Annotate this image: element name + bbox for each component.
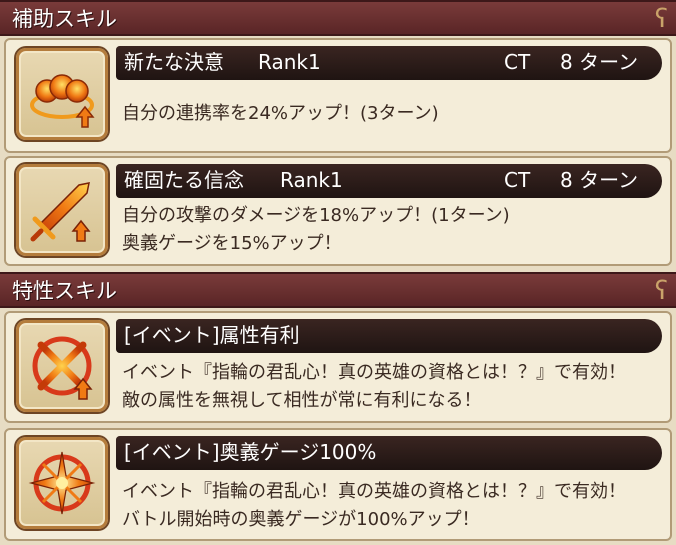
sword-up-icon xyxy=(16,164,108,256)
trait-name: [イベント]奥義ゲージ100% xyxy=(124,440,377,464)
section-title: 補助スキル xyxy=(12,7,117,31)
skill-description: 自分の連携率を24%アップ！(3ターン) xyxy=(122,103,439,124)
ct-label: CT xyxy=(504,50,531,74)
ct-value: 8 ターン xyxy=(560,168,639,192)
trait-description: イベント『指輪の君乱心！真の英雄の資格とは！？』で有効！ xyxy=(122,362,626,383)
skill-title-bar: 確固たる信念 Rank1 CT 8 ターン xyxy=(116,164,662,198)
skill-card[interactable]: 確固たる信念 Rank1 CT 8 ターン 自分の攻撃のダメージを18%アップ！… xyxy=(4,156,672,266)
trait-description: バトル開始時の奥義ゲージが100%アップ！ xyxy=(122,509,480,530)
skill-title-bar: 新たな決意 Rank1 CT 8 ターン xyxy=(116,46,662,80)
skill-rank: Rank1 xyxy=(280,168,343,192)
ornament-icon: ʕ xyxy=(654,4,668,34)
skill-name: 確固たる信念 xyxy=(124,168,244,192)
trait-title-bar: [イベント]属性有利 xyxy=(116,319,662,353)
skill-description: 自分の攻撃のダメージを18%アップ！(1ターン) xyxy=(122,205,510,226)
section-title: 特性スキル xyxy=(12,279,117,303)
section-header-trait: 特性スキル ʕ xyxy=(0,272,676,308)
section-header-support: 補助スキル ʕ xyxy=(0,0,676,36)
trait-card[interactable]: [イベント]属性有利 イベント『指輪の君乱心！真の英雄の資格とは！？』で有効！ … xyxy=(4,311,672,423)
ct-label: CT xyxy=(504,168,531,192)
burst-gauge-icon xyxy=(16,437,108,529)
skill-description: 奥義ゲージを15%アップ！ xyxy=(122,233,342,254)
trait-description: イベント『指輪の君乱心！真の英雄の資格とは！？』で有効！ xyxy=(122,481,626,502)
skill-card[interactable]: 新たな決意 Rank1 CT 8 ターン 自分の連携率を24%アップ！(3ターン… xyxy=(4,38,672,153)
trait-title-bar: [イベント]奥義ゲージ100% xyxy=(116,436,662,470)
skill-name: 新たな決意 xyxy=(124,50,224,74)
trait-name: [イベント]属性有利 xyxy=(124,323,300,347)
skill-rank: Rank1 xyxy=(258,50,321,74)
burst-fists-icon xyxy=(16,48,108,140)
attribute-advantage-icon xyxy=(16,320,108,412)
ct-value: 8 ターン xyxy=(560,50,639,74)
trait-card[interactable]: [イベント]奥義ゲージ100% イベント『指輪の君乱心！真の英雄の資格とは！？』… xyxy=(4,428,672,541)
ornament-icon: ʕ xyxy=(654,276,668,306)
trait-description: 敵の属性を無視して相性が常に有利になる！ xyxy=(122,390,482,411)
